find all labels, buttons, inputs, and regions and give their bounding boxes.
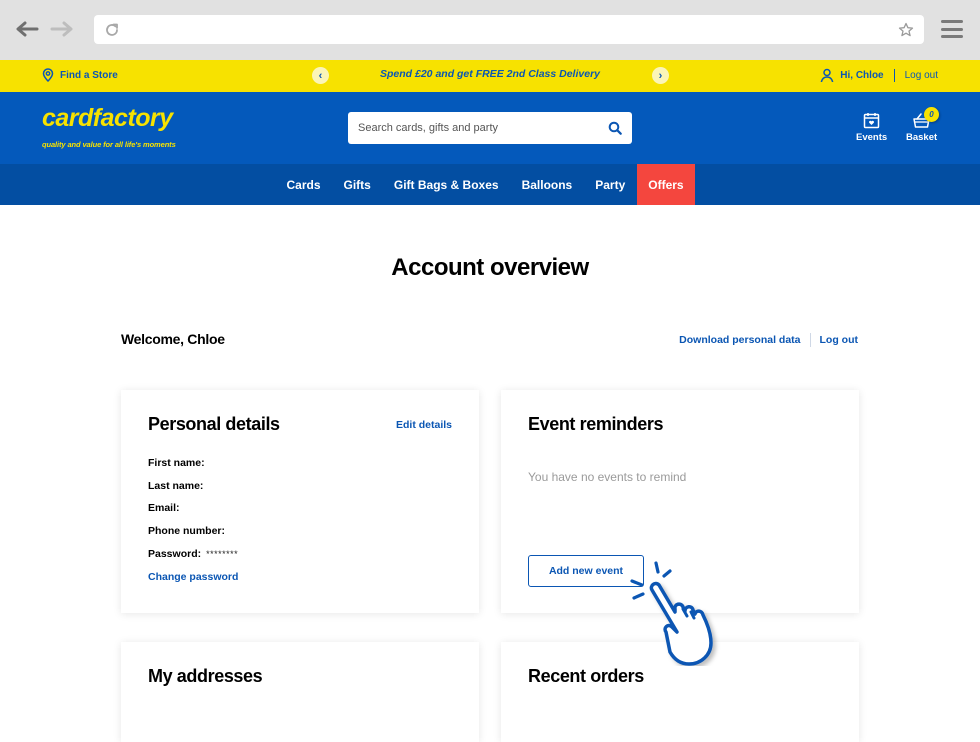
account-link[interactable]: Hi, Chloe <box>820 68 884 82</box>
account-actions: Download personal data Log out <box>679 333 858 347</box>
password-masked-value: ******** <box>206 548 239 559</box>
logo-tagline: quality and value for all life's moments <box>42 140 176 149</box>
calendar-icon <box>863 113 880 129</box>
edit-details-link[interactable]: Edit details <box>396 419 452 431</box>
phone-number-field: Phone number: <box>148 520 238 543</box>
email-field: Email: <box>148 497 238 520</box>
top-logout-link[interactable]: Log out <box>905 70 938 81</box>
nav-item-offers[interactable]: Offers <box>636 164 696 205</box>
search-icon <box>608 121 622 135</box>
location-pin-icon <box>42 68 54 82</box>
search-button[interactable] <box>608 120 624 136</box>
promo-next-button[interactable]: › <box>652 67 669 84</box>
user-icon <box>821 68 834 82</box>
events-label: Events <box>856 132 888 143</box>
arrow-right-icon <box>50 21 73 37</box>
nav-item-balloons[interactable]: Balloons <box>510 164 584 205</box>
personal-details-card: Personal details Edit details First name… <box>121 390 479 613</box>
browser-chrome <box>0 0 980 60</box>
back-button[interactable] <box>14 17 40 41</box>
divider <box>809 333 811 347</box>
promo-message: Spend £20 and get FREE 2nd Class Deliver… <box>380 68 600 80</box>
chevron-right-icon: › <box>658 69 663 82</box>
hamburger-menu-icon <box>941 20 963 23</box>
events-button[interactable]: Events <box>856 112 887 143</box>
field-label: Last name: <box>148 479 204 492</box>
site-header: cardfactory quality and value for all li… <box>0 92 980 164</box>
my-addresses-card: My addresses <box>121 642 479 742</box>
event-reminders-card: Event reminders You have no events to re… <box>501 390 859 613</box>
arrow-left-icon <box>16 21 39 37</box>
no-events-message: You have no events to remind <box>528 470 687 484</box>
field-label: Email: <box>148 502 180 515</box>
nav-item-cards[interactable]: Cards <box>275 164 332 205</box>
forward-button[interactable] <box>49 17 75 41</box>
field-label: Password: <box>148 547 202 560</box>
first-name-field: First name: <box>148 452 238 475</box>
nav-item-party[interactable]: Party <box>584 164 637 205</box>
personal-details-title: Personal details <box>148 414 280 434</box>
nav-item-gift-bags-boxes[interactable]: Gift Bags & Boxes <box>382 164 510 205</box>
find-store-link[interactable]: Find a Store <box>42 68 118 82</box>
greeting-label: Hi, Chloe <box>840 69 884 81</box>
field-label: First name: <box>148 457 205 470</box>
welcome-message: Welcome, Chloe <box>121 331 225 347</box>
download-personal-data-link[interactable]: Download personal data <box>679 334 800 346</box>
basket-count-badge: 0 <box>924 107 939 122</box>
event-reminders-title: Event reminders <box>528 414 664 434</box>
chevron-left-icon: ‹ <box>318 69 323 82</box>
find-store-label: Find a Store <box>60 69 118 81</box>
page-title: Account overview <box>391 254 589 281</box>
main-navigation: Cards Gifts Gift Bags & Boxes Balloons P… <box>0 164 980 205</box>
user-menu: Hi, Chloe Log out <box>820 68 938 82</box>
basket-button[interactable]: 0 Basket <box>906 107 939 143</box>
recent-orders-card: Recent orders <box>501 642 859 742</box>
search-box <box>348 112 632 144</box>
star-icon <box>898 22 914 37</box>
bookmark-button[interactable] <box>896 20 916 40</box>
personal-details-fields: First name: Last name: Email: Phone numb… <box>148 452 238 565</box>
promo-bar: Find a Store ‹ Spend £20 and get FREE 2n… <box>0 60 980 92</box>
divider <box>893 68 895 82</box>
recent-orders-title: Recent orders <box>528 666 644 686</box>
change-password-link[interactable]: Change password <box>148 571 238 583</box>
basket-label: Basket <box>906 132 938 143</box>
reload-button[interactable] <box>102 20 122 40</box>
my-addresses-title: My addresses <box>148 666 263 686</box>
nav-item-gifts[interactable]: Gifts <box>332 164 382 205</box>
address-bar[interactable] <box>94 15 924 44</box>
add-new-event-button[interactable]: Add new event <box>528 555 644 587</box>
logout-link[interactable]: Log out <box>820 334 858 346</box>
promo-prev-button[interactable]: ‹ <box>312 67 329 84</box>
reload-icon <box>106 23 118 36</box>
field-label: Phone number: <box>148 525 226 538</box>
search-input[interactable] <box>348 112 598 144</box>
browser-menu-button[interactable] <box>941 20 963 38</box>
cardfactory-logo[interactable]: cardfactory quality and value for all li… <box>42 104 176 149</box>
last-name-field: Last name: <box>148 475 238 498</box>
password-field: Password: ******** <box>148 542 238 565</box>
logo-wordmark: cardfactory <box>42 104 173 132</box>
